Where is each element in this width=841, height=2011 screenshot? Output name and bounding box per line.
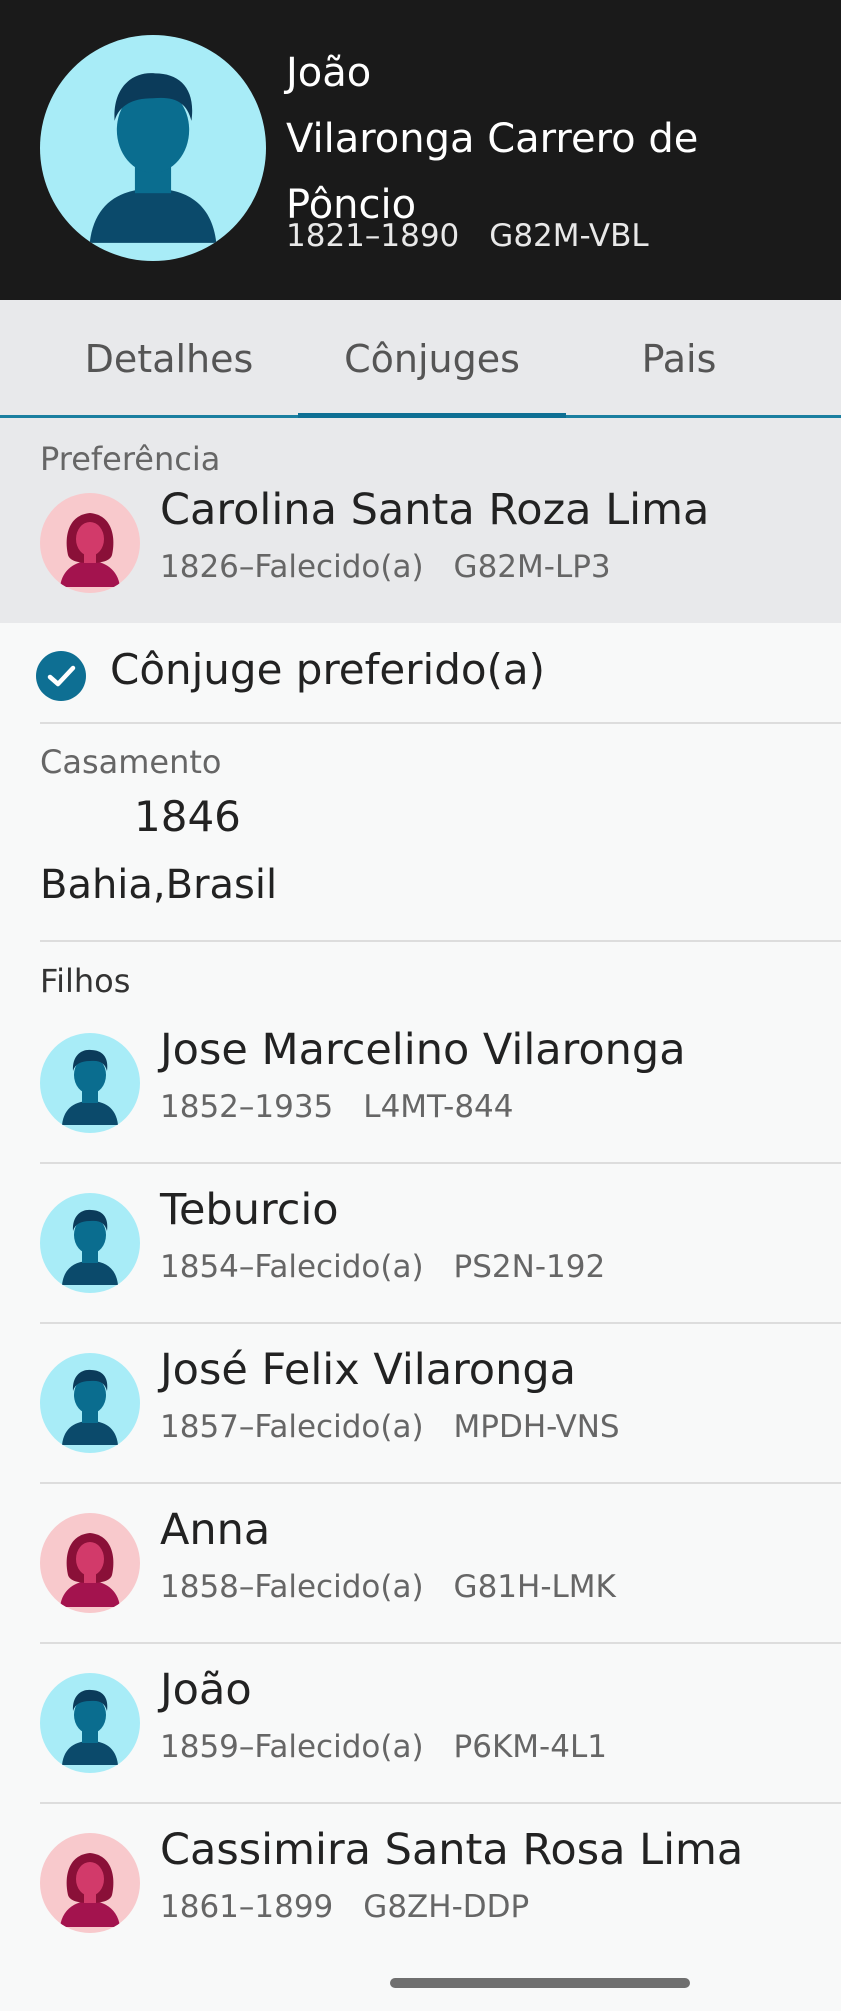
female-avatar-icon [40, 1833, 140, 1933]
child-years: 1852–1935 [160, 1089, 334, 1125]
child-meta: 1857–Falecido(a) MPDH-VNS [160, 1409, 620, 1445]
female-avatar-icon [40, 1513, 140, 1613]
male-avatar-icon [89, 73, 217, 243]
spouse-name: Carolina Santa Roza Lima [160, 485, 710, 535]
child-row[interactable]: Cassimira Santa Rosa Lima 1861–1899 G8ZH-… [0, 1825, 841, 1993]
tab-conjuges[interactable]: Cônjuges [298, 300, 566, 418]
spouse-years: 1826–Falecido(a) [160, 549, 424, 585]
child-meta: 1854–Falecido(a) PS2N-192 [160, 1249, 605, 1285]
person-avatar [40, 35, 266, 261]
child-meta: 1859–Falecido(a) P6KM-4L1 [160, 1729, 607, 1765]
child-meta: 1852–1935 L4MT-844 [160, 1089, 513, 1125]
preferred-spouse-label: Cônjuge preferido(a) [110, 645, 546, 694]
child-years: 1861–1899 [160, 1889, 334, 1925]
male-avatar-icon [40, 1033, 140, 1133]
person-name: João Vilaronga Carrero de Pôncio [286, 40, 826, 238]
person-lifespan: 1821–1890 G82M-VBL [286, 218, 649, 254]
preference-label: Preferência [40, 440, 221, 478]
tab-detalhes[interactable]: Detalhes [40, 300, 298, 415]
child-pid: G8ZH-DDP [363, 1889, 530, 1925]
child-row[interactable]: João 1859–Falecido(a) P6KM-4L1 [0, 1665, 841, 1833]
marriage-place: Bahia,Brasil [40, 862, 278, 908]
spouse-meta: 1826–Falecido(a) G82M-LP3 [160, 549, 611, 585]
child-row[interactable]: Anna 1858–Falecido(a) G81H-LMK [0, 1505, 841, 1673]
person-first-name: João [286, 50, 372, 96]
divider [40, 940, 841, 942]
preferred-spouse-section: Preferência Carolina Santa Roza Lima 182… [0, 418, 841, 623]
child-pid: G81H-LMK [453, 1569, 616, 1605]
spouse-pid: G82M-LP3 [453, 549, 611, 585]
child-name: Anna [160, 1505, 271, 1555]
child-name: José Felix Vilaronga [160, 1345, 577, 1395]
child-name: João [160, 1665, 252, 1715]
children-label: Filhos [40, 962, 131, 1000]
tab-bar: Detalhes Cônjuges Pais [0, 300, 841, 418]
child-years: 1858–Falecido(a) [160, 1569, 424, 1605]
divider [40, 722, 841, 724]
marriage-label: Casamento [40, 743, 222, 781]
divider [40, 1642, 841, 1644]
male-avatar-icon [40, 1193, 140, 1293]
divider [40, 1322, 841, 1324]
child-pid: P6KM-4L1 [453, 1729, 607, 1765]
child-name: Cassimira Santa Rosa Lima [160, 1825, 744, 1875]
child-years: 1854–Falecido(a) [160, 1249, 424, 1285]
child-years: 1857–Falecido(a) [160, 1409, 424, 1445]
child-name: Teburcio [160, 1185, 339, 1235]
person-years: 1821–1890 [286, 218, 460, 254]
child-meta: 1861–1899 G8ZH-DDP [160, 1889, 529, 1925]
marriage-year: 1846 [134, 792, 241, 841]
divider [40, 1162, 841, 1164]
divider [40, 1802, 841, 1804]
person-pid: G82M-VBL [489, 218, 649, 254]
male-avatar-icon [40, 1353, 140, 1453]
home-indicator[interactable] [390, 1978, 690, 1988]
child-row[interactable]: José Felix Vilaronga 1857–Falecido(a) MPD… [0, 1345, 841, 1513]
child-pid: L4MT-844 [363, 1089, 514, 1125]
child-years: 1859–Falecido(a) [160, 1729, 424, 1765]
child-row[interactable]: Teburcio 1854–Falecido(a) PS2N-192 [0, 1185, 841, 1353]
male-avatar-icon [40, 1673, 140, 1773]
person-header: João Vilaronga Carrero de Pôncio 1821–18… [0, 0, 841, 300]
tab-next-partial[interactable] [836, 300, 841, 415]
check-circle-icon [36, 651, 86, 701]
child-row[interactable]: Jose Marcelino Vilaronga 1852–1935 L4MT-8… [0, 1025, 841, 1193]
child-name: Jose Marcelino Vilaronga [160, 1025, 686, 1075]
divider [40, 1482, 841, 1484]
tab-pais[interactable]: Pais [566, 300, 792, 415]
child-meta: 1858–Falecido(a) G81H-LMK [160, 1569, 616, 1605]
child-pid: MPDH-VNS [453, 1409, 620, 1445]
preferred-spouse-toggle[interactable]: Cônjuge preferido(a) [0, 623, 841, 723]
child-pid: PS2N-192 [453, 1249, 606, 1285]
female-avatar-icon [40, 493, 140, 593]
